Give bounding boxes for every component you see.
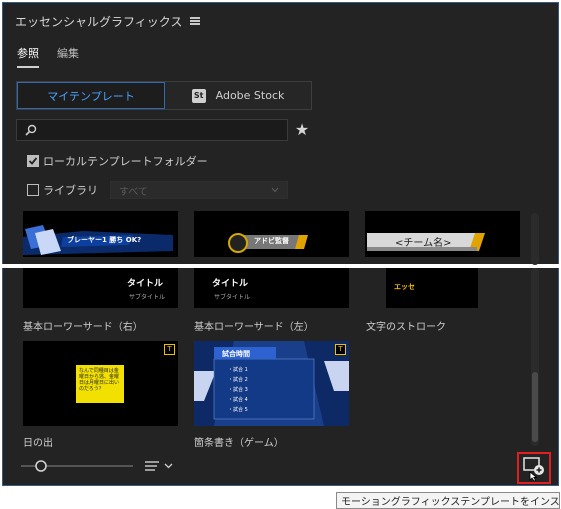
thumbnail-header: 試合時間 [222, 350, 250, 358]
scrollbar-track-top[interactable] [531, 213, 539, 265]
thumbnail-art [23, 225, 173, 255]
library-select-value: すべて [119, 186, 148, 198]
adobe-stock-label: Adobe Stock [215, 89, 285, 102]
text-template-icon: T [164, 344, 175, 355]
panel-title: エッセンシャルグラフィックス [15, 14, 183, 29]
template-thumbnail-lower-third-left[interactable]: タイトル サブタイトル [194, 268, 349, 308]
local-folder-checkbox[interactable] [27, 155, 39, 167]
template-thumbnail[interactable]: ブレーヤー1 勝ち OK? [23, 211, 178, 257]
chevron-down-icon [271, 187, 279, 193]
install-motion-graphics-template-button[interactable] [517, 452, 551, 484]
thumbnail-art [228, 233, 308, 253]
thumbnail-label: 箇条書き（ゲーム） [194, 438, 284, 449]
library-select[interactable]: すべて [110, 181, 288, 199]
tab-bar: 参照 編集 [17, 45, 79, 68]
bullet-item: ・試合 3 [228, 387, 248, 393]
search-icon [25, 124, 37, 136]
template-thumbnail[interactable]: <チーム名> [365, 211, 520, 257]
library-checkbox[interactable] [27, 184, 39, 196]
adobe-stock-icon: St [191, 88, 206, 103]
thumbnail-label: 文字のストローク [366, 322, 446, 333]
template-thumbnail[interactable]: アドビ監督 [194, 211, 349, 257]
source-toggle: マイテンプレート St Adobe Stock [16, 81, 312, 110]
sunrise-text-box: なんで同種目は金曜日から逃、金曜日は月曜日に出いのだろう？ [76, 365, 124, 403]
thumbnail-art [194, 341, 349, 426]
my-templates-label: マイテンプレート [47, 89, 135, 103]
template-thumbnail-sunrise[interactable]: なんで同種目は金曜日から逃、金曜日は月曜日に出いのだろう？ T [23, 341, 178, 426]
scrollbar-thumb[interactable] [532, 372, 538, 442]
favorite-star-icon[interactable]: ★ [293, 119, 311, 141]
text-template-icon: T [335, 344, 346, 355]
sort-menu-icon[interactable] [145, 460, 175, 472]
library-row: ライブラリ すべて [27, 181, 288, 199]
install-template-icon [523, 457, 544, 481]
scrollbar-track[interactable] [531, 268, 539, 446]
thumbnail-text: アドビ監督 [254, 237, 289, 245]
bullet-item: ・試合 2 [228, 377, 248, 383]
essential-graphics-panel-top: エッセンシャルグラフィックス 参照 編集 マイテンプレート St Adobe S… [2, 2, 559, 265]
bullet-item: ・試合 4 [228, 397, 248, 403]
thumbnail-subtitle: サブタイトル [129, 294, 166, 301]
template-thumbnail-lower-third-right[interactable]: タイトル サブタイトル [23, 268, 178, 308]
thumbnail-subtitle: サブタイトル [214, 294, 251, 301]
search-input[interactable] [16, 119, 288, 141]
thumbnail-title: タイトル [212, 279, 249, 289]
thumbnail-size-slider[interactable] [21, 460, 133, 472]
tooltip-text: モーショングラフィックステンプレートをインストール [341, 497, 560, 508]
adobe-stock-button[interactable]: St Adobe Stock [165, 82, 311, 109]
checkmark-icon [28, 157, 38, 165]
thumbnail-label: 日の出 [23, 438, 53, 449]
thumbnail-text: ブレーヤー1 勝ち OK? [67, 236, 142, 244]
bullet-item: ・試合 5 [228, 407, 248, 413]
tab-browse[interactable]: 参照 [17, 45, 39, 68]
essential-graphics-panel-bottom: タイトル サブタイトル 基本ローワーサード（右） タイトル サブタイトル 基本ロ… [2, 268, 559, 486]
template-thumbnail-bullet-game[interactable]: 試合時間 ・試合 1 ・試合 2 ・試合 3 ・試合 4 ・試合 5 T [194, 341, 349, 426]
bullet-item: ・試合 1 [228, 367, 248, 373]
library-label: ライブラリ [43, 184, 98, 197]
local-folder-label: ローカルテンプレートフォルダー [43, 155, 208, 168]
panel-header: エッセンシャルグラフィックス [15, 11, 201, 31]
thumbnail-title: タイトル [127, 279, 164, 289]
my-templates-button[interactable]: マイテンプレート [17, 82, 165, 109]
thumbnail-bullet-list: ・試合 1 ・試合 2 ・試合 3 ・試合 4 ・試合 5 [228, 365, 248, 415]
thumbnail-label: 基本ローワーサード（左） [194, 322, 314, 333]
tooltip: モーショングラフィックステンプレートをインストール [336, 492, 560, 509]
thumbnail-label: 基本ローワーサード（右） [23, 322, 143, 333]
thumbnail-text: エッセ [394, 283, 415, 291]
tab-edit[interactable]: 編集 [57, 45, 79, 68]
thumbnail-text: <チーム名> [395, 238, 452, 249]
template-thumbnail-text-stroke[interactable]: エッセ [386, 268, 478, 308]
local-folder-row[interactable]: ローカルテンプレートフォルダー [27, 153, 208, 169]
thumbnail-text: なんで同種目は金曜日から逃、金曜日は月曜日に出いのだろう？ [79, 368, 120, 392]
panel-menu-icon[interactable] [190, 17, 201, 25]
